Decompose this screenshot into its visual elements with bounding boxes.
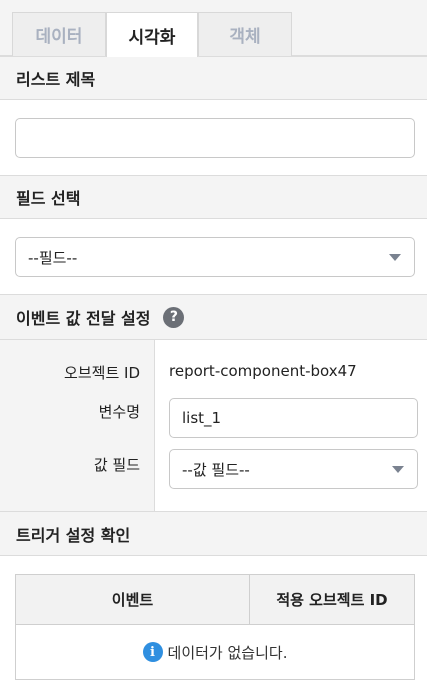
event-settings-section: 오브젝트 ID report-component-box47 변수명 list_… xyxy=(0,340,427,511)
tab-data[interactable]: 데이터 xyxy=(12,12,106,56)
column-header-event: 이벤트 xyxy=(16,575,250,624)
field-select-label: 필드 선택 xyxy=(16,189,81,208)
chevron-down-icon xyxy=(389,254,401,261)
event-settings-heading: 이벤트 값 전달 설정 ? xyxy=(0,294,427,340)
question-circle-icon[interactable]: ? xyxy=(163,306,185,328)
info-circle-icon: i xyxy=(142,642,163,662)
field-select-value: --필드-- xyxy=(28,248,78,267)
empty-state-message: 데이터가 없습니다. xyxy=(167,643,288,662)
list-title-label: 리스트 제목 xyxy=(16,70,96,89)
trigger-table: 이벤트 적용 오브젝트 ID i 데이터가 없습니다. xyxy=(15,574,415,680)
tab-object[interactable]: 객체 xyxy=(198,12,292,56)
chevron-down-icon xyxy=(392,466,404,473)
value-field-label: 값 필드 xyxy=(93,456,140,474)
object-id-value: report-component-box47 xyxy=(169,362,357,380)
variable-name-label: 변수명 xyxy=(98,403,140,421)
empty-state-row: i 데이터가 없습니다. xyxy=(16,625,414,679)
field-select-heading: 필드 선택 xyxy=(0,175,427,219)
column-header-target-object-id: 적용 오브젝트 ID xyxy=(276,591,388,609)
field-select-section: --필드-- xyxy=(0,219,427,294)
value-field-dropdown[interactable]: --값 필드-- xyxy=(169,449,418,489)
trigger-settings-label: 트리거 설정 확인 xyxy=(16,525,131,545)
trigger-table-header: 이벤트 적용 오브젝트 ID xyxy=(16,575,414,625)
value-field-value: --값 필드-- xyxy=(182,460,250,479)
tab-visualization[interactable]: 시각화 xyxy=(106,12,198,57)
field-select-dropdown[interactable]: --필드-- xyxy=(15,237,415,277)
list-title-section xyxy=(0,100,427,175)
trigger-settings-heading: 트리거 설정 확인 xyxy=(0,511,427,556)
event-settings-label: 이벤트 값 전달 설정 xyxy=(16,309,151,328)
tab-bar: 데이터 시각화 객체 xyxy=(0,0,427,57)
visualization-settings-panel: 데이터 시각화 객체 리스트 제목 필드 선택 --필드-- 이벤트 값 전달 … xyxy=(0,0,427,697)
variable-name-input[interactable]: list_1 xyxy=(169,398,418,438)
object-id-label: 오브젝트 ID xyxy=(64,364,140,382)
list-title-input[interactable] xyxy=(15,118,415,158)
list-title-heading: 리스트 제목 xyxy=(0,56,427,100)
